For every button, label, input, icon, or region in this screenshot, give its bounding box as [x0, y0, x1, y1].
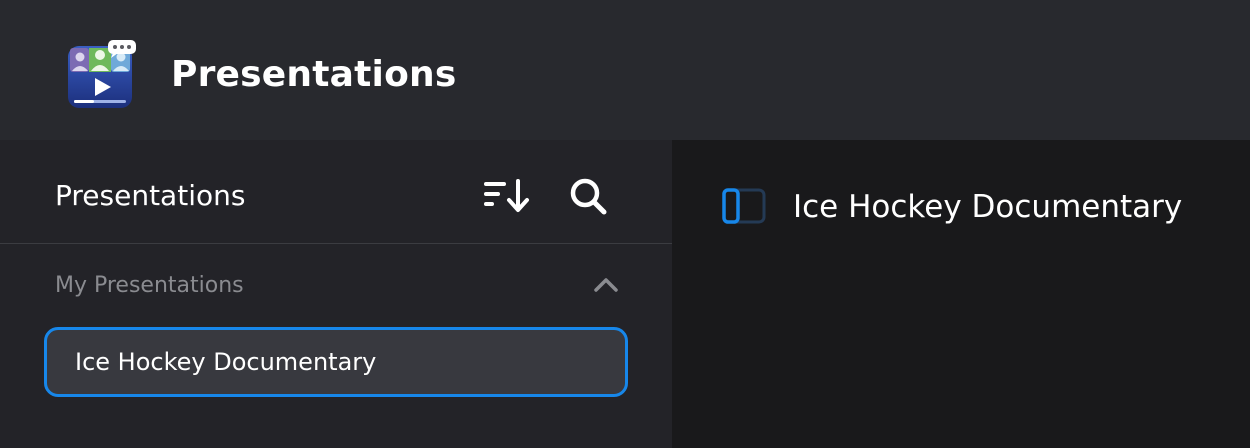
presentation-list-item-label: Ice Hockey Documentary: [75, 348, 377, 376]
sidebar-header: Presentations: [0, 140, 672, 244]
sidebar-toggle-button[interactable]: [720, 186, 768, 226]
sidebar: Presentations My Presentations Ice Hocke…: [0, 140, 672, 448]
section-label: My Presentations: [55, 273, 244, 298]
app-header: Presentations: [0, 0, 1250, 140]
presentation-app-icon: [66, 40, 136, 110]
app-title: Presentations: [171, 54, 457, 95]
presentation-list-item[interactable]: Ice Hockey Documentary: [44, 327, 628, 397]
sort-descending-icon: [484, 179, 529, 212]
section-header-my-presentations[interactable]: My Presentations: [0, 266, 672, 306]
sort-button[interactable]: [480, 176, 532, 216]
collapse-section-button[interactable]: [590, 270, 622, 302]
sidebar-title: Presentations: [55, 179, 246, 212]
search-icon: [570, 178, 607, 215]
search-button[interactable]: [566, 174, 610, 218]
presentation-title: Ice Hockey Documentary: [793, 189, 1183, 225]
main-pane: Ice Hockey Documentary: [672, 140, 1250, 448]
sidebar-toggle-icon: [722, 188, 766, 224]
chevron-up-icon: [594, 278, 618, 292]
